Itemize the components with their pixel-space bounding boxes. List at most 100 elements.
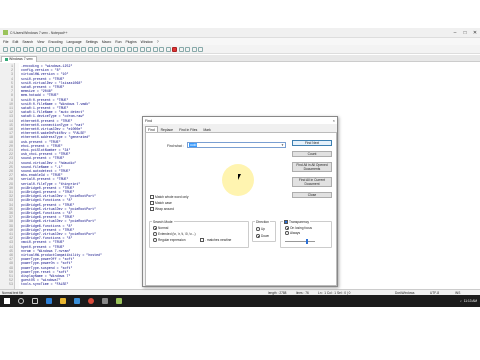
radio-icon <box>153 232 157 236</box>
close-all-icon[interactable] <box>35 46 41 52</box>
play-macro-icon[interactable] <box>185 46 190 52</box>
status-lines: lines : 76 <box>296 290 309 295</box>
undo-icon[interactable] <box>68 46 73 52</box>
zoom-out-icon[interactable] <box>100 46 106 52</box>
letterbox-top <box>0 0 480 28</box>
regex-radio[interactable]: Regular expression <box>153 238 185 242</box>
normal-radio[interactable]: Normal <box>153 226 168 230</box>
start-button[interactable] <box>0 295 14 307</box>
dialog-close-icon[interactable]: × <box>333 118 335 123</box>
menu-edit[interactable]: Edit <box>12 40 18 44</box>
taskbar-task-view[interactable] <box>28 295 42 307</box>
close-file-icon[interactable] <box>29 46 34 52</box>
find-all-current-button[interactable]: Find All in Current Document <box>292 177 332 187</box>
menu-window[interactable]: Window <box>141 40 153 44</box>
sync-h-icon[interactable] <box>113 46 119 52</box>
menu-help[interactable]: ? <box>157 40 159 44</box>
menu-search[interactable]: Search <box>22 40 33 44</box>
taskbar-explorer[interactable] <box>56 295 70 307</box>
window-title: C:\Users\Windows 7.vmx - Notepad++ <box>10 30 68 35</box>
find-dialog: Find × Find Replace Find in Files Mark F… <box>142 116 338 287</box>
close-button[interactable]: Close <box>292 192 332 198</box>
transparency-checkbox[interactable]: Transparency <box>283 220 311 224</box>
status-eol: Dos\Windows <box>395 290 415 295</box>
task-view-icon <box>32 298 38 304</box>
doc-map-icon[interactable] <box>146 46 151 52</box>
replace-icon[interactable] <box>87 46 93 52</box>
dialog-body: Find what : uuid ▼ Find Next Count Find … <box>145 132 337 286</box>
show-all-icon[interactable] <box>126 46 132 52</box>
taskbar-store[interactable] <box>70 295 84 307</box>
find-what-label: Find what : <box>167 144 184 148</box>
redo-icon[interactable] <box>74 46 80 52</box>
speaker-icon[interactable]: ♪ <box>460 299 462 303</box>
close-window-button[interactable]: ✕ <box>470 28 480 38</box>
taskbar-edge[interactable] <box>42 295 56 307</box>
match-case-checkbox[interactable]: Match case <box>150 201 172 205</box>
save-icon[interactable] <box>16 46 21 52</box>
edge-icon <box>46 298 52 304</box>
sync-v-icon[interactable] <box>107 46 112 52</box>
menu-settings[interactable]: Settings <box>86 40 98 44</box>
menu-file[interactable]: File <box>3 40 8 44</box>
menu-plugins[interactable]: Plugins <box>126 40 137 44</box>
match-case-label: Match case <box>155 201 172 205</box>
func-list-icon[interactable] <box>152 46 158 52</box>
copy-icon[interactable] <box>55 46 60 52</box>
paste-icon[interactable] <box>61 46 67 52</box>
find-icon[interactable] <box>81 46 86 52</box>
menu-encoding[interactable]: Encoding <box>48 40 62 44</box>
cut-icon[interactable] <box>48 46 54 52</box>
folder-workspace-icon[interactable] <box>159 46 164 52</box>
down-radio[interactable]: Down <box>256 234 269 238</box>
menu-language[interactable]: Language <box>67 40 82 44</box>
toolbar <box>0 45 480 54</box>
always-radio[interactable]: Always <box>285 231 300 235</box>
taskbar-search[interactable] <box>14 295 28 307</box>
extended-radio[interactable]: Extended (\n, \r, \t, \0, \x...) <box>153 232 196 236</box>
lang-icon[interactable] <box>139 46 145 52</box>
up-radio[interactable]: Up <box>256 227 265 231</box>
find-all-opened-button[interactable]: Find All in All Opened Documents <box>292 162 332 172</box>
clock[interactable]: 11:13 AM <box>464 299 477 303</box>
monitor-icon[interactable] <box>165 46 171 52</box>
notepadpp-icon <box>3 30 8 35</box>
open-file-icon[interactable] <box>9 46 15 52</box>
regex-label: Regular expression <box>158 238 186 242</box>
line-number: 53 <box>9 282 13 287</box>
stop-macro-icon[interactable] <box>178 46 184 52</box>
count-button[interactable]: Count <box>292 151 332 157</box>
menu-macro[interactable]: Macro <box>102 40 111 44</box>
matches-newline-checkbox[interactable]: . matches newline <box>200 238 231 242</box>
tab-file[interactable]: Windows 7.vmx <box>1 56 37 62</box>
wrap-icon[interactable] <box>120 46 125 52</box>
taskbar-chrome[interactable] <box>84 295 98 307</box>
find-next-button[interactable]: Find Next <box>292 140 332 146</box>
tab-bar: Windows 7.vmx <box>0 55 480 62</box>
minimize-button[interactable]: – <box>450 28 460 38</box>
on-losing-focus-radio[interactable]: On losing focus <box>285 226 312 230</box>
transparency-slider[interactable] <box>285 239 315 244</box>
record-macro-icon[interactable] <box>172 46 177 52</box>
indent-guide-icon[interactable] <box>133 46 138 52</box>
print-icon[interactable] <box>42 46 47 52</box>
radio-icon <box>256 227 260 231</box>
maximize-button[interactable]: □ <box>460 28 470 38</box>
find-what-input[interactable]: uuid ▼ <box>187 142 286 148</box>
run-macro-icon[interactable] <box>191 46 197 52</box>
taskbar-vmware[interactable] <box>98 295 112 307</box>
checkbox-icon <box>284 220 288 224</box>
taskbar-notepadpp[interactable] <box>112 295 126 307</box>
chevron-down-icon[interactable]: ▼ <box>281 143 284 147</box>
new-file-icon[interactable] <box>3 46 8 52</box>
save-macro-icon[interactable] <box>198 46 203 52</box>
zoom-in-icon[interactable] <box>94 46 99 52</box>
save-all-icon[interactable] <box>22 46 28 52</box>
status-encoding: UTF-8 <box>430 290 440 295</box>
wrap-around-checkbox[interactable]: Wrap around <box>150 207 174 211</box>
menu-run[interactable]: Run <box>115 40 121 44</box>
whole-word-checkbox[interactable]: Match whole word only <box>150 195 189 199</box>
slider-thumb[interactable] <box>306 239 308 244</box>
letterbox-bottom <box>0 307 480 360</box>
menu-view[interactable]: View <box>37 40 44 44</box>
